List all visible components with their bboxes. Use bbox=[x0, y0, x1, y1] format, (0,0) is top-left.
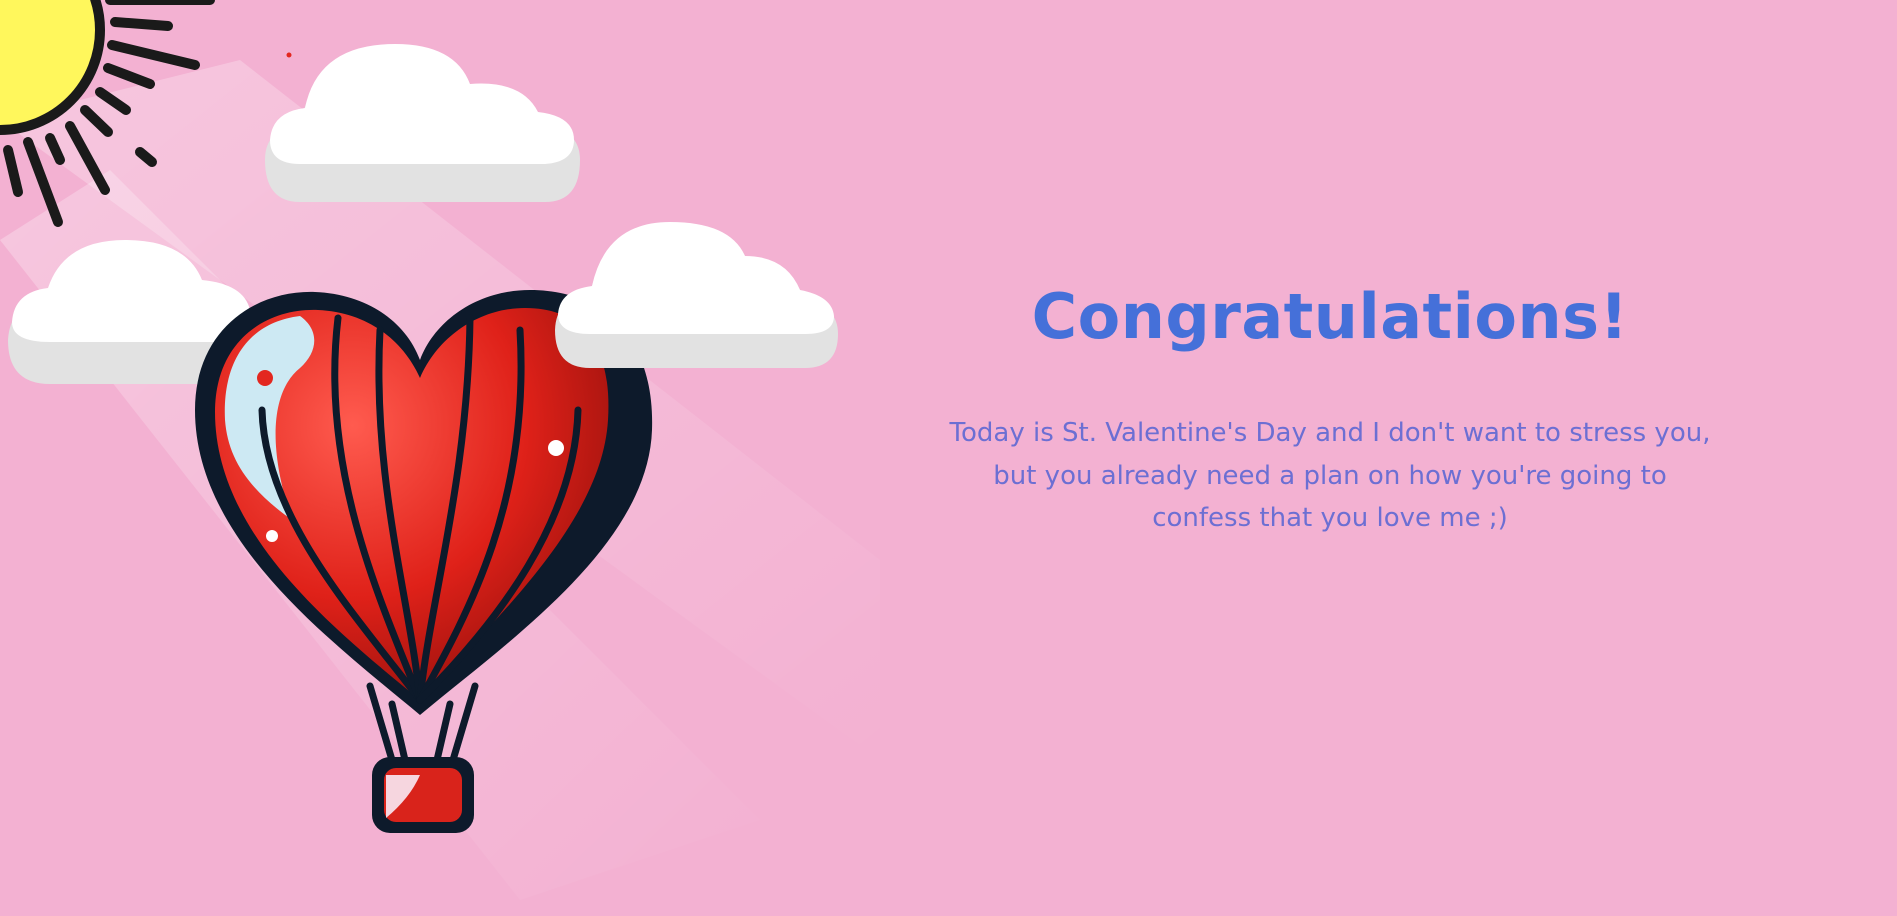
page-title: Congratulations! bbox=[1031, 280, 1629, 353]
greeting-message: Congratulations! Today is St. Valentine'… bbox=[940, 280, 1720, 539]
cloud-icon bbox=[555, 222, 838, 368]
greeting-text: Today is St. Valentine's Day and I don't… bbox=[949, 418, 1711, 533]
cloud-icon bbox=[265, 44, 580, 202]
valentine-illustration bbox=[0, 0, 880, 916]
